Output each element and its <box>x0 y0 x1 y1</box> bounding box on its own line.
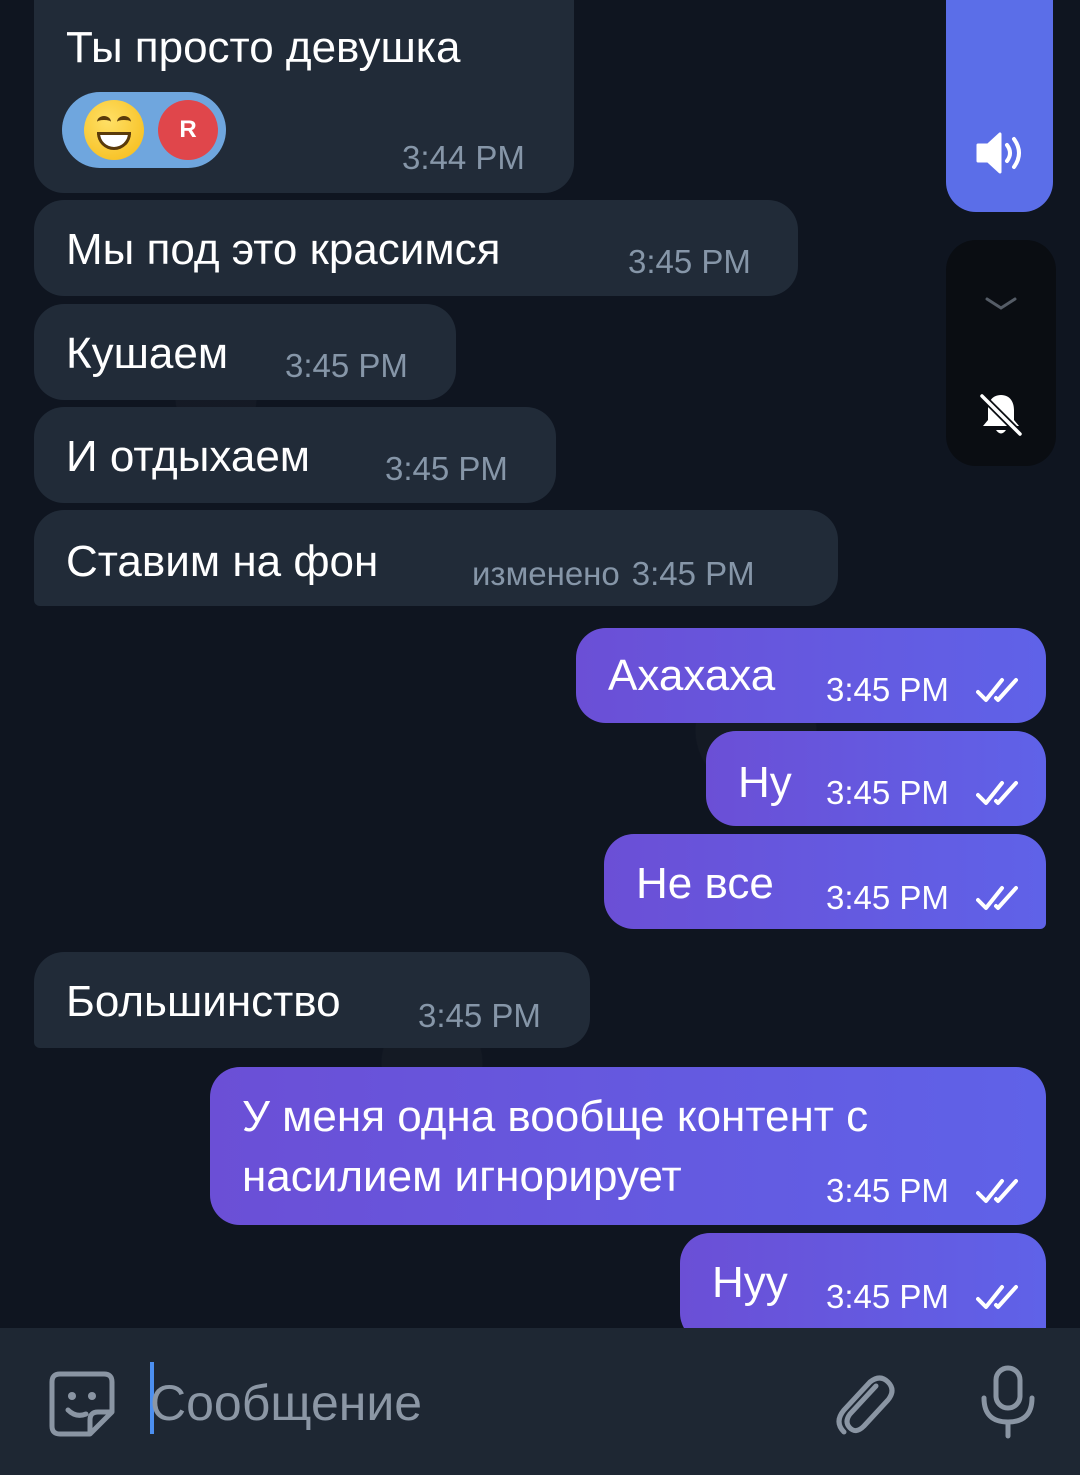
outgoing-message[interactable]: Нуу 3:45 PM <box>680 1233 1046 1328</box>
speaker-icon[interactable] <box>974 130 1026 176</box>
message-time: 3:45 PM <box>826 671 949 708</box>
message-time: 3:45 PM <box>285 347 408 384</box>
message-text: Ставим на фон <box>66 537 379 586</box>
reaction-badge[interactable]: R <box>62 92 226 168</box>
message-time: 3:45 PM <box>826 1172 949 1209</box>
message-text: Большинство <box>66 977 341 1026</box>
message-time: 3:45 PM <box>628 243 751 280</box>
message-input[interactable]: Сообщение <box>150 1375 422 1431</box>
double-check-icon <box>976 1285 1018 1309</box>
outgoing-message[interactable]: Ну 3:45 PM <box>706 731 1046 826</box>
message-time: 3:45 PM <box>385 450 508 487</box>
incoming-message[interactable]: Ты просто девушка R 3:44 PM <box>34 0 574 193</box>
message-text: Кушаем <box>66 329 229 378</box>
message-time: 3:45 PM <box>418 997 541 1034</box>
message-text: Мы под это красимся <box>66 225 501 274</box>
bell-off-icon[interactable] <box>976 390 1026 440</box>
incoming-message[interactable]: И отдыхаем 3:45 PM <box>34 407 556 503</box>
incoming-message[interactable]: Ставим на фон изменено 3:45 PM <box>34 510 838 606</box>
message-time: 3:45 PM <box>826 1278 949 1315</box>
outgoing-message[interactable]: Не все 3:45 PM <box>604 834 1046 929</box>
message-time: 3:45 PM <box>826 774 949 811</box>
volume-control-panel[interactable] <box>946 0 1053 212</box>
message-text: Нуу <box>712 1258 788 1307</box>
message-text: Ты просто девушка <box>66 23 461 72</box>
edited-label: изменено <box>472 555 620 592</box>
message-text: Не все <box>636 859 774 908</box>
microphone-icon[interactable] <box>978 1364 1038 1440</box>
message-meta: изменено 3:45 PM <box>472 554 755 594</box>
paperclip-icon[interactable] <box>832 1368 896 1438</box>
message-text: Ну <box>738 758 792 807</box>
chat-area[interactable]: Ты просто девушка R 3:44 PM Мы под это к… <box>0 0 1080 1328</box>
outgoing-message[interactable]: У меня одна вообще контент с насилием иг… <box>210 1067 1046 1225</box>
chevron-down-icon[interactable] <box>984 296 1018 312</box>
double-check-icon <box>976 1179 1018 1203</box>
reactor-avatar: R <box>158 100 218 160</box>
message-text-line-1: У меня одна вообще контент с <box>242 1092 869 1141</box>
incoming-message[interactable]: Кушаем 3:45 PM <box>34 304 456 400</box>
message-time: 3:45 PM <box>826 879 949 916</box>
message-time: 3:44 PM <box>402 139 525 176</box>
double-check-icon <box>976 886 1018 910</box>
grinning-face-emoji-icon <box>84 100 144 160</box>
incoming-message[interactable]: Мы под это красимся 3:45 PM <box>34 200 798 296</box>
double-check-icon <box>976 781 1018 805</box>
outgoing-message[interactable]: Ахахаха 3:45 PM <box>576 628 1046 723</box>
message-text: Ахахаха <box>608 651 776 700</box>
message-time: 3:45 PM <box>631 555 755 592</box>
message-text: И отдыхаем <box>66 432 311 481</box>
sticker-icon[interactable] <box>46 1368 118 1440</box>
message-text-line-2: насилием игнорирует <box>242 1152 682 1201</box>
incoming-message[interactable]: Большинство 3:45 PM <box>34 952 590 1048</box>
double-check-icon <box>976 678 1018 702</box>
ringer-control-panel[interactable] <box>946 240 1056 466</box>
